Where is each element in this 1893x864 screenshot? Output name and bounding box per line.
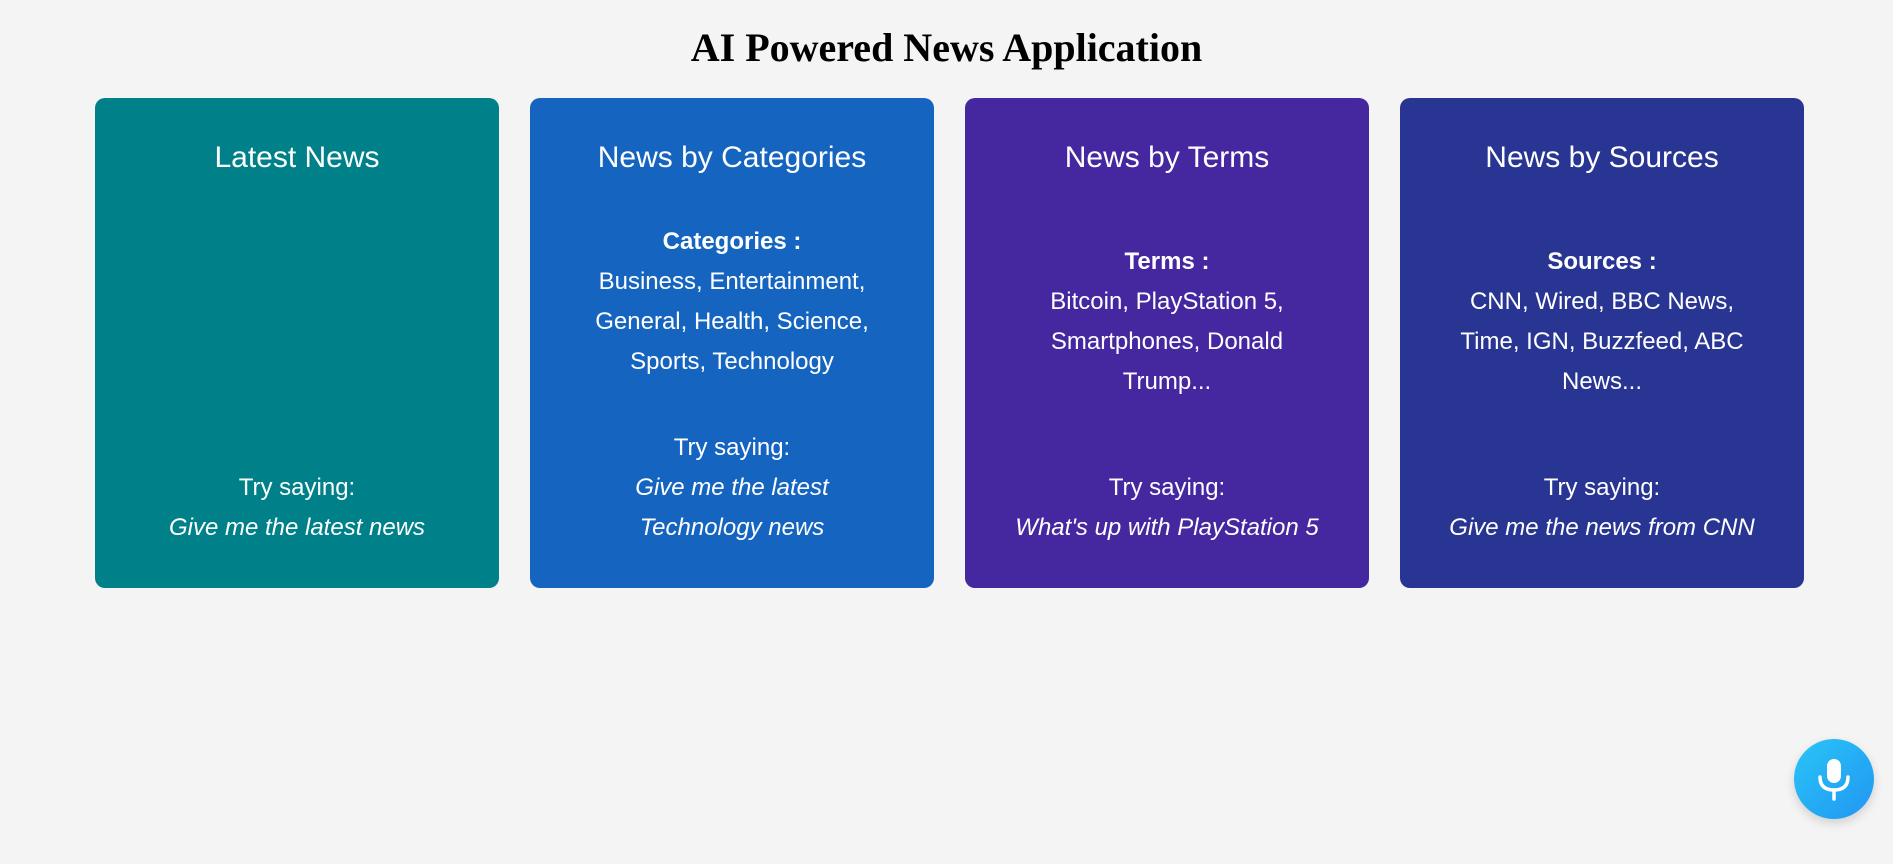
try-saying-label: Try saying: bbox=[238, 474, 356, 501]
page-title: AI Powered News Application bbox=[690, 25, 1203, 70]
try-saying-label: Try saying: bbox=[1108, 474, 1226, 501]
terms-label: Terms : bbox=[1124, 248, 1210, 275]
card-news-by-terms[interactable]: News by Terms Terms : Bitcoin, PlayStati… bbox=[965, 98, 1369, 588]
try-saying-label: Try saying: bbox=[673, 434, 791, 461]
card-latest-news[interactable]: Latest News Try saying: Give me the late… bbox=[95, 98, 499, 588]
try-saying-block: Try saying: Give me the latest news bbox=[107, 468, 487, 548]
categories-list: Business, Entertainment, General, Health… bbox=[595, 268, 869, 375]
card-news-by-sources[interactable]: News by Sources Sources : CNN, Wired, BB… bbox=[1400, 98, 1804, 588]
card-title: News by Categories bbox=[597, 141, 867, 174]
page: AI Powered News Application Latest News … bbox=[0, 0, 1893, 864]
sources-label: Sources : bbox=[1547, 248, 1657, 275]
try-saying-block: Try saying: What's up with PlayStation 5 bbox=[977, 468, 1357, 548]
try-saying-example: Give me the latest Technology news bbox=[635, 474, 829, 541]
try-saying-label: Try saying: bbox=[1543, 474, 1661, 501]
try-saying-example: What's up with PlayStation 5 bbox=[1015, 514, 1319, 541]
card-news-by-categories[interactable]: News by Categories Categories : Business… bbox=[530, 98, 934, 588]
categories-label: Categories : bbox=[662, 228, 802, 255]
sources-info: Sources : CNN, Wired, BBC News, Time, IG… bbox=[1442, 242, 1762, 402]
card-title: Latest News bbox=[214, 141, 380, 174]
terms-list: Bitcoin, PlayStation 5, Smartphones, Don… bbox=[1050, 288, 1284, 395]
microphone-icon bbox=[1818, 759, 1850, 801]
voice-assistant-button[interactable] bbox=[1794, 739, 1874, 819]
terms-info: Terms : Bitcoin, PlayStation 5, Smartpho… bbox=[1022, 242, 1312, 402]
try-saying-example: Give me the latest news bbox=[168, 514, 426, 541]
try-saying-example: Give me the news from CNN bbox=[1449, 514, 1755, 541]
sources-list: CNN, Wired, BBC News, Time, IGN, Buzzfee… bbox=[1460, 288, 1744, 395]
card-grid: Latest News Try saying: Give me the late… bbox=[95, 98, 1805, 588]
card-title: News by Terms bbox=[1064, 141, 1270, 174]
try-saying-block: Try saying: Give me the latest Technolog… bbox=[577, 428, 887, 548]
card-title: News by Sources bbox=[1485, 141, 1719, 174]
categories-info: Categories : Business, Entertainment, Ge… bbox=[577, 222, 887, 382]
try-saying-block: Try saying: Give me the news from CNN bbox=[1412, 468, 1792, 548]
